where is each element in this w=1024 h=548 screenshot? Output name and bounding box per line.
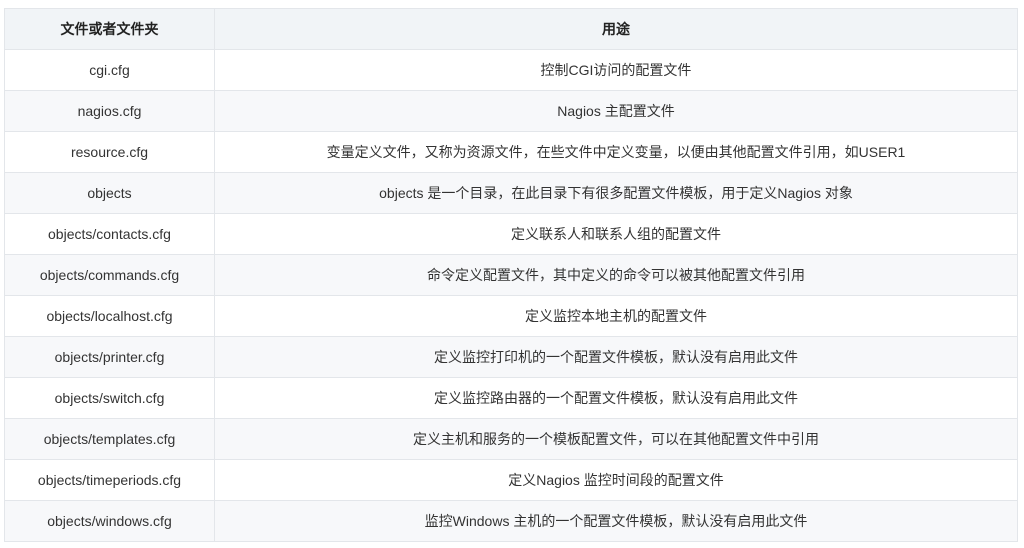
table-row: objects/printer.cfg 定义监控打印机的一个配置文件模板，默认没… xyxy=(4,336,1018,378)
file-cell: resource.cfg xyxy=(4,131,215,173)
table-row: resource.cfg 变量定义文件，又称为资源文件，在些文件中定义变量，以便… xyxy=(4,131,1018,173)
use-cell: 定义监控路由器的一个配置文件模板，默认没有启用此文件 xyxy=(214,377,1018,419)
table-row: objects/switch.cfg 定义监控路由器的一个配置文件模板，默认没有… xyxy=(4,377,1018,419)
file-cell: cgi.cfg xyxy=(4,49,215,91)
table-row: objects objects 是一个目录，在此目录下有很多配置文件模板，用于定… xyxy=(4,172,1018,214)
table-row: objects/timeperiods.cfg 定义Nagios 监控时间段的配… xyxy=(4,459,1018,501)
use-cell: 定义监控本地主机的配置文件 xyxy=(214,295,1018,337)
column-header-file: 文件或者文件夹 xyxy=(4,8,215,50)
file-cell: objects/windows.cfg xyxy=(4,500,215,542)
use-cell: 定义联系人和联系人组的配置文件 xyxy=(214,213,1018,255)
use-cell: 定义主机和服务的一个模板配置文件，可以在其他配置文件中引用 xyxy=(214,418,1018,460)
use-cell: 定义Nagios 监控时间段的配置文件 xyxy=(214,459,1018,501)
table-row: objects/commands.cfg 命令定义配置文件，其中定义的命令可以被… xyxy=(4,254,1018,296)
use-cell: 变量定义文件，又称为资源文件，在些文件中定义变量，以便由其他配置文件引用，如US… xyxy=(214,131,1018,173)
file-cell: objects/contacts.cfg xyxy=(4,213,215,255)
table-row: objects/templates.cfg 定义主机和服务的一个模板配置文件，可… xyxy=(4,418,1018,460)
table-header-row: 文件或者文件夹 用途 xyxy=(4,8,1018,50)
use-cell: objects 是一个目录，在此目录下有很多配置文件模板，用于定义Nagios … xyxy=(214,172,1018,214)
table-row: nagios.cfg Nagios 主配置文件 xyxy=(4,90,1018,132)
table-row: objects/contacts.cfg 定义联系人和联系人组的配置文件 xyxy=(4,213,1018,255)
file-cell: objects/printer.cfg xyxy=(4,336,215,378)
use-cell: 控制CGI访问的配置文件 xyxy=(214,49,1018,91)
use-cell: 定义监控打印机的一个配置文件模板，默认没有启用此文件 xyxy=(214,336,1018,378)
use-cell: Nagios 主配置文件 xyxy=(214,90,1018,132)
column-header-use: 用途 xyxy=(214,8,1018,50)
file-cell: objects/localhost.cfg xyxy=(4,295,215,337)
file-cell: objects/timeperiods.cfg xyxy=(4,459,215,501)
file-cell: objects xyxy=(4,172,215,214)
config-files-table-container: 文件或者文件夹 用途 cgi.cfg 控制CGI访问的配置文件 nagios.c… xyxy=(4,8,1018,542)
use-cell: 命令定义配置文件，其中定义的命令可以被其他配置文件引用 xyxy=(214,254,1018,296)
file-cell: objects/commands.cfg xyxy=(4,254,215,296)
file-cell: objects/switch.cfg xyxy=(4,377,215,419)
table-row: objects/windows.cfg 监控Windows 主机的一个配置文件模… xyxy=(4,500,1018,542)
config-files-table: 文件或者文件夹 用途 cgi.cfg 控制CGI访问的配置文件 nagios.c… xyxy=(4,8,1018,542)
table-row: objects/localhost.cfg 定义监控本地主机的配置文件 xyxy=(4,295,1018,337)
table-row: cgi.cfg 控制CGI访问的配置文件 xyxy=(4,49,1018,91)
file-cell: nagios.cfg xyxy=(4,90,215,132)
use-cell: 监控Windows 主机的一个配置文件模板，默认没有启用此文件 xyxy=(214,500,1018,542)
file-cell: objects/templates.cfg xyxy=(4,418,215,460)
